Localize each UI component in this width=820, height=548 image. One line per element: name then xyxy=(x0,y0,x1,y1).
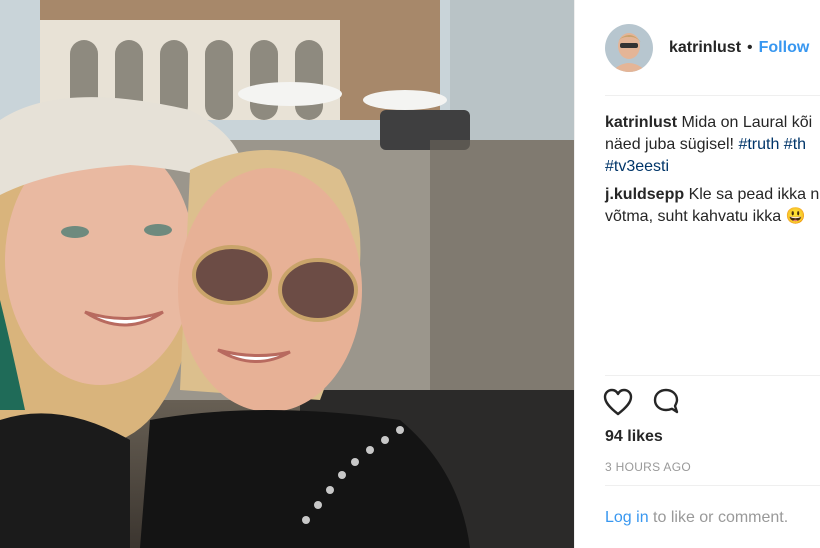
comments-list: katrinlust Mida on Laural kõi näed juba … xyxy=(605,112,820,228)
comment-text: Kle sa pead ikka n xyxy=(688,186,820,203)
login-link[interactable]: Log in xyxy=(605,509,649,526)
hashtag-link[interactable]: #th xyxy=(779,136,806,153)
list-item: j.kuldsepp Kle sa pead ikka n võtma, suh… xyxy=(605,184,820,228)
heart-icon[interactable] xyxy=(603,388,633,416)
timestamp[interactable]: 3 HOURS AGO xyxy=(605,460,691,474)
comment-text: Mida on Laural kõi xyxy=(681,114,813,131)
hashtag-link[interactable]: #tv3eesti xyxy=(605,158,669,175)
avatar[interactable] xyxy=(605,24,653,72)
follow-button[interactable]: Follow xyxy=(759,39,810,57)
divider xyxy=(605,375,820,376)
hashtag-link[interactable]: #truth xyxy=(738,136,779,153)
action-bar xyxy=(603,388,681,416)
comment-author[interactable]: katrinlust xyxy=(605,114,677,131)
comment-text: võtma, suht kahvatu ikka xyxy=(605,208,782,225)
post-photo[interactable] xyxy=(0,0,574,548)
login-prompt: Log in to like or comment. xyxy=(605,509,788,527)
username-link[interactable]: katrinlust xyxy=(669,39,741,57)
selfie-photo-illustration xyxy=(0,0,574,548)
likes-count[interactable]: 94 likes xyxy=(605,428,663,446)
comment-text: näed juba sügisel! xyxy=(605,136,739,153)
comment-author[interactable]: j.kuldsepp xyxy=(605,186,684,203)
comment-icon-svg xyxy=(653,388,679,414)
avatar-image xyxy=(605,24,653,72)
separator-dot: • xyxy=(747,39,753,56)
login-text: to like or comment. xyxy=(648,509,789,526)
caption-comment: katrinlust Mida on Laural kõi näed juba … xyxy=(605,112,820,178)
comment-icon[interactable] xyxy=(651,388,681,416)
divider xyxy=(605,485,820,486)
post-sidebar: katrinlust • Follow katrinlust Mida on L… xyxy=(574,0,820,548)
heart-icon-svg xyxy=(603,388,633,416)
emoji: 😃 xyxy=(785,208,806,225)
post-header: katrinlust • Follow xyxy=(605,22,809,74)
divider xyxy=(605,95,820,96)
